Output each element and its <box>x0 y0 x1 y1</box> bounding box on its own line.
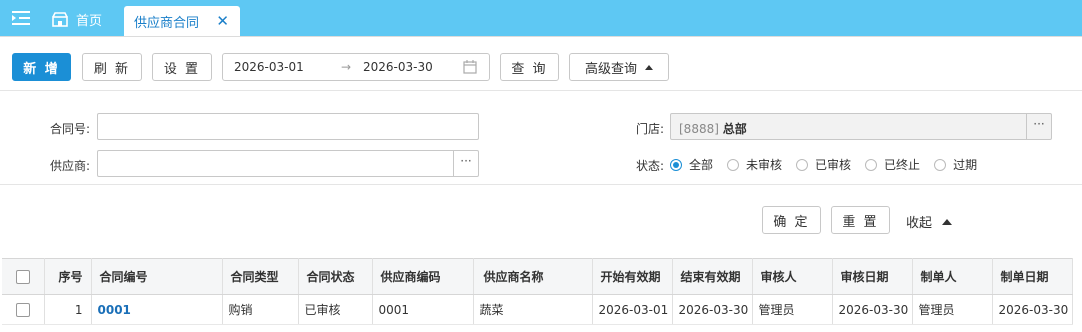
supplier-input[interactable]: ··· <box>97 150 479 177</box>
reset-button[interactable]: 重 置 <box>831 206 890 234</box>
status-option-label: 全部 <box>689 158 714 172</box>
col-header[interactable]: 审核人 <box>752 258 833 295</box>
cell-creator: 管理员 <box>912 294 993 325</box>
cell-supplier-code: 0001 <box>372 294 474 325</box>
divider <box>0 90 1082 91</box>
cell-auditor: 管理员 <box>752 294 833 325</box>
collapse-toggle[interactable]: 收起 <box>906 212 953 231</box>
arrow-right-icon: → <box>341 60 352 74</box>
col-header[interactable]: 制单人 <box>912 258 993 295</box>
col-header[interactable]: 审核日期 <box>832 258 913 295</box>
col-header[interactable]: 序号 <box>44 258 92 295</box>
store-code: [8888] <box>679 122 719 136</box>
contract-no-input[interactable] <box>97 113 479 140</box>
status-option-all[interactable]: 全部 <box>670 156 713 173</box>
close-icon[interactable]: ✕ <box>216 12 229 30</box>
store-field[interactable]: [8888] 总部 ··· <box>670 113 1052 140</box>
status-option-audited[interactable]: 已审核 <box>796 156 851 173</box>
table-header-row: 序号 合同编号 合同类型 合同状态 供应商编码 供应商名称 开始有效期 结束有效… <box>2 258 1073 295</box>
store-more-icon[interactable]: ··· <box>1026 114 1051 139</box>
query-button[interactable]: 查 询 <box>500 53 559 81</box>
col-header[interactable]: 合同类型 <box>222 258 299 295</box>
settings-button[interactable]: 设 置 <box>152 53 212 81</box>
select-all-cell <box>2 258 45 295</box>
status-option-unaudited[interactable]: 未审核 <box>727 156 782 173</box>
advanced-query-button[interactable]: 高级查询 <box>569 53 669 81</box>
status-option-label: 过期 <box>953 158 978 172</box>
caret-up-icon <box>942 218 953 225</box>
col-header[interactable]: 供应商编码 <box>372 258 474 295</box>
tab-bar: 首页 供应商合同 ✕ <box>0 0 1082 36</box>
divider <box>0 36 1082 37</box>
tab-supplier-contract[interactable]: 供应商合同 ✕ <box>124 6 240 36</box>
home-icon <box>52 11 68 27</box>
radio-icon <box>934 158 947 171</box>
radio-icon <box>727 158 740 171</box>
select-all-checkbox[interactable] <box>15 269 30 284</box>
cell-seq: 1 <box>44 294 92 325</box>
date-range-picker[interactable]: 2026-03-01 → 2026-03-30 <box>222 53 490 81</box>
store-label: 门店: <box>635 122 664 136</box>
caret-up-icon <box>645 64 653 70</box>
col-header[interactable]: 合同编号 <box>91 258 223 295</box>
tab-home-label: 首页 <box>76 13 103 29</box>
cell-type: 购销 <box>222 294 299 325</box>
table-row[interactable]: 1 0001 购销 已审核 0001 蔬菜 2026-03-01 2026-03… <box>2 294 1073 325</box>
tab-home[interactable]: 首页 <box>52 8 102 30</box>
status-radio-group: 全部 未审核 已审核 已终止 过期 <box>670 156 991 173</box>
cell-status: 已审核 <box>298 294 373 325</box>
cell-end-date: 2026-03-30 <box>672 294 753 325</box>
row-select-cell <box>2 294 45 325</box>
row-checkbox[interactable] <box>15 302 30 317</box>
status-option-label: 未审核 <box>746 158 783 172</box>
tab-supplier-contract-label: 供应商合同 <box>134 15 200 31</box>
contract-table: 序号 合同编号 合同类型 合同状态 供应商编码 供应商名称 开始有效期 结束有效… <box>2 258 1073 325</box>
col-header[interactable]: 合同状态 <box>298 258 373 295</box>
status-label: 状态: <box>635 159 664 173</box>
supplier-more-icon[interactable]: ··· <box>453 151 478 176</box>
contract-no-link[interactable]: 0001 <box>98 303 131 317</box>
menu-toggle-icon[interactable] <box>12 11 30 25</box>
store-value: [8888] 总部 <box>679 120 747 137</box>
refresh-button[interactable]: 刷 新 <box>82 53 142 81</box>
supplier-label: 供应商: <box>49 159 90 173</box>
divider <box>0 184 1082 185</box>
store-name: 总部 <box>722 122 747 136</box>
collapse-label: 收起 <box>906 216 933 231</box>
advanced-query-label: 高级查询 <box>584 61 637 77</box>
cell-start-date: 2026-03-01 <box>592 294 673 325</box>
col-header[interactable]: 供应商名称 <box>473 258 593 295</box>
status-option-label: 已终止 <box>884 158 921 172</box>
radio-icon <box>865 158 878 171</box>
contract-no-label: 合同号: <box>49 122 90 136</box>
cell-create-date: 2026-03-30 <box>992 294 1073 325</box>
col-header[interactable]: 开始有效期 <box>592 258 673 295</box>
status-option-expired[interactable]: 过期 <box>934 156 977 173</box>
date-from[interactable]: 2026-03-01 <box>234 60 304 74</box>
radio-checked-icon <box>670 158 682 171</box>
date-to[interactable]: 2026-03-30 <box>363 60 433 74</box>
confirm-button[interactable]: 确 定 <box>762 206 821 234</box>
col-header[interactable]: 结束有效期 <box>672 258 753 295</box>
status-option-label: 已审核 <box>815 158 852 172</box>
radio-icon <box>796 158 809 171</box>
cell-contract-no: 0001 <box>91 294 223 325</box>
add-button[interactable]: 新 增 <box>12 53 71 81</box>
cell-supplier-name: 蔬菜 <box>473 294 593 325</box>
status-option-terminated[interactable]: 已终止 <box>865 156 920 173</box>
calendar-icon[interactable] <box>463 60 477 74</box>
col-header[interactable]: 制单日期 <box>992 258 1073 295</box>
cell-audit-date: 2026-03-30 <box>832 294 913 325</box>
